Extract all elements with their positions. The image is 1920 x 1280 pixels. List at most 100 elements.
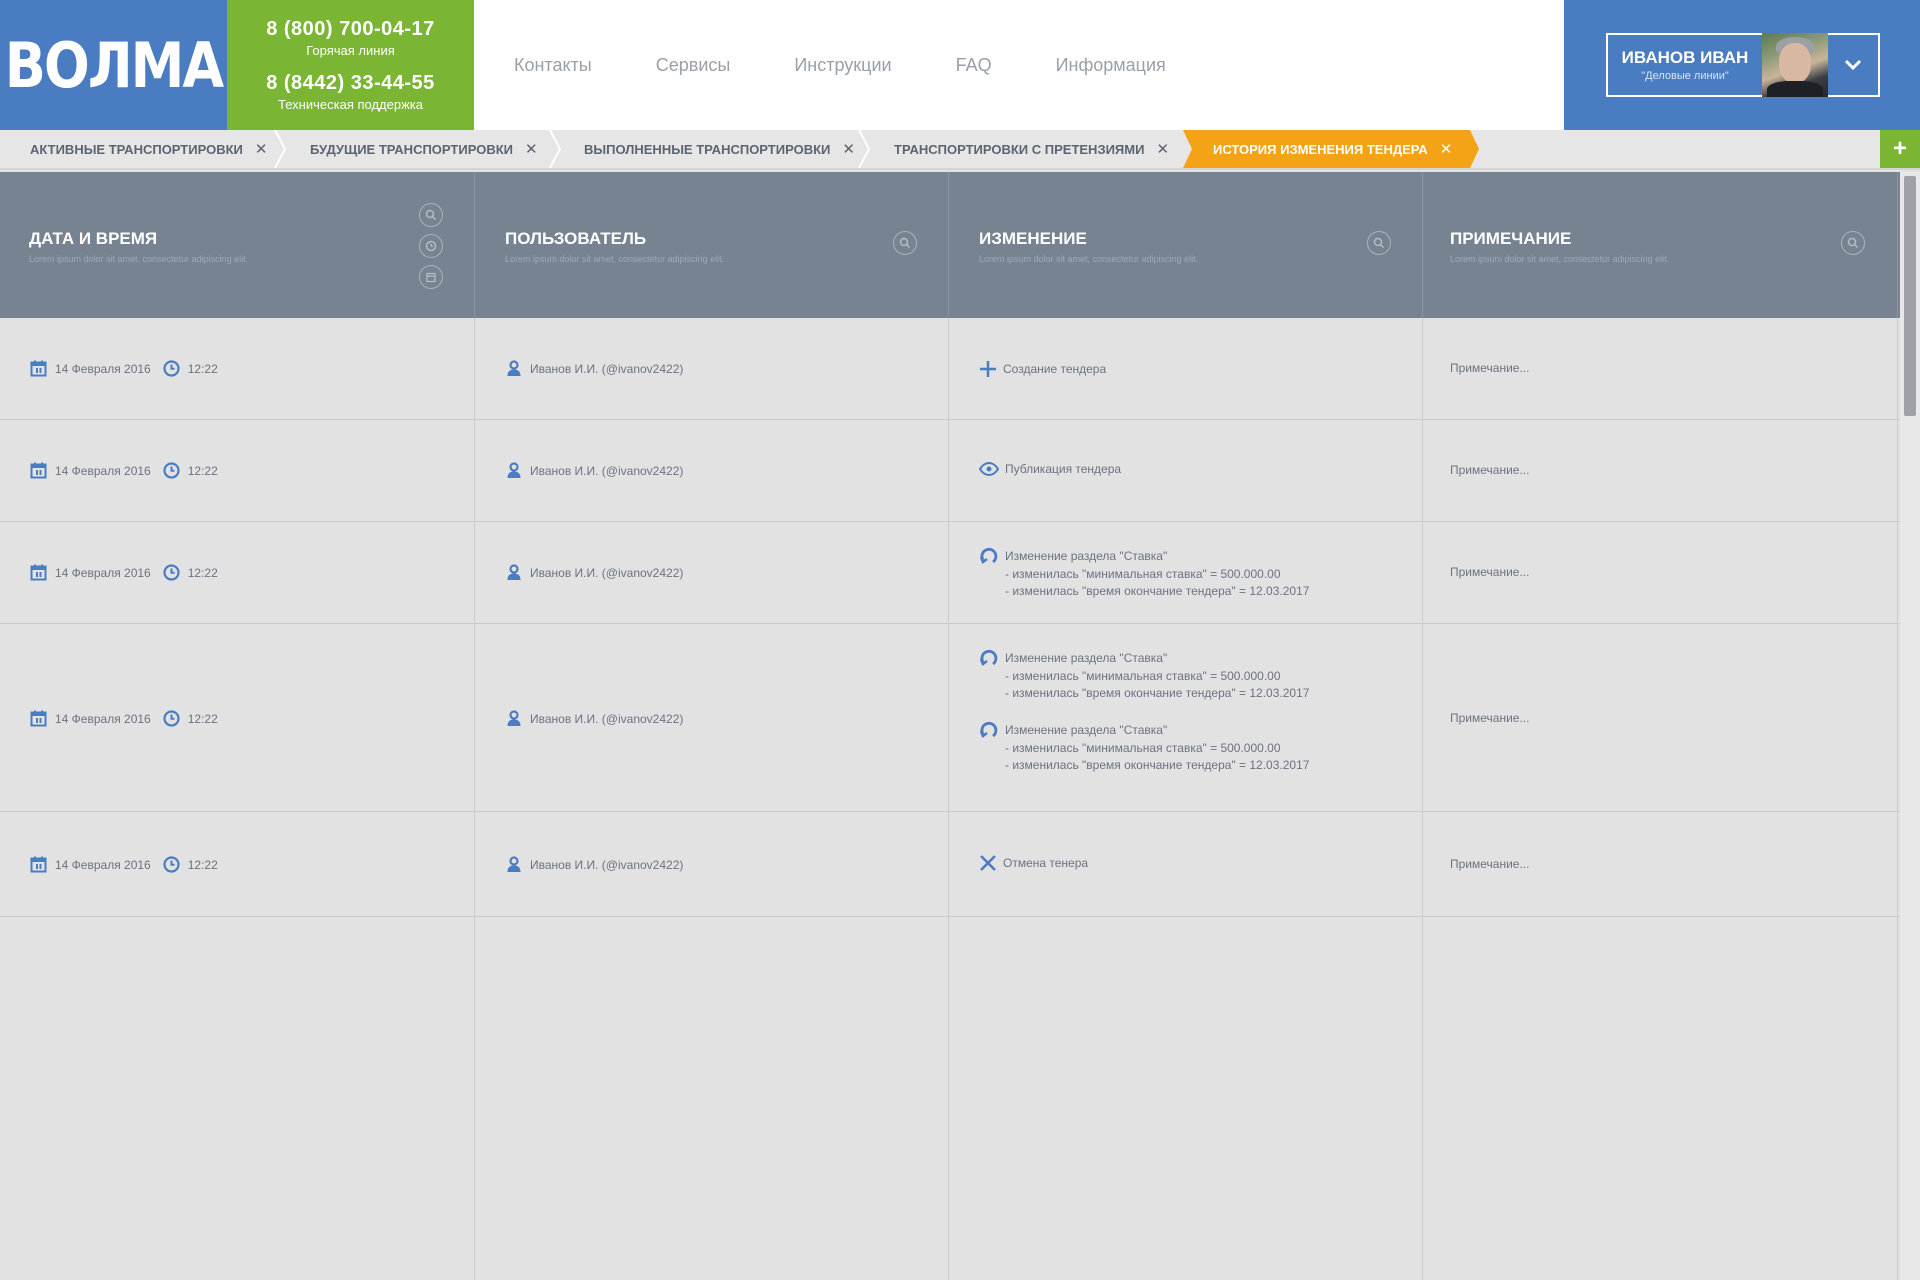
search-button[interactable] [419,203,443,227]
user-text: Иванов И.И. (@ivanov2422) [530,711,684,726]
time-filter-button[interactable] [419,234,443,258]
user-dropdown-button[interactable] [1828,33,1878,97]
date-text: 14 Февраля 2016 [55,565,151,580]
user-text: Иванов И.И. (@ivanov2422) [530,463,684,478]
column-title: ДАТА И ВРЕМЯ [29,229,158,248]
user-menu[interactable]: ИВАНОВ ИВАН "Деловые линии" [1606,33,1880,97]
tab-bar: АКТИВНЫЕ ТРАНСПОРТИРОВКИ ✕ БУДУЩИЕ ТРАНСП… [0,130,1920,170]
change-detail: - изменилась "минимальная ставка" = 500.… [1005,567,1281,581]
column-header-datetime: ДАТА И ВРЕМЯ Lorem ipsum dolor sit amet,… [0,172,475,318]
logo[interactable]: ВОЛМА [0,0,227,130]
clock-icon [425,240,437,252]
calendar-icon [30,564,47,581]
nav-info[interactable]: Информация [1056,55,1166,76]
note-cell: Примечание... [1450,857,1530,871]
nav-faq[interactable]: FAQ [956,55,992,76]
note-cell: Примечание... [1450,565,1530,579]
date-filter-button[interactable] [419,265,443,289]
tab-claims-transport[interactable]: ТРАНСПОРТИРОВКИ С ПРЕТЕНЗИЯМИ ✕ [894,130,1169,168]
search-icon [1373,237,1385,249]
change-title: Отмена тенера [1003,856,1089,870]
close-icon[interactable]: ✕ [255,140,268,158]
tab-active-transport[interactable]: АКТИВНЫЕ ТРАНСПОРТИРОВКИ ✕ [30,130,267,168]
search-button[interactable] [1841,231,1865,255]
calendar-icon [30,360,47,377]
tab-label: ТРАНСПОРТИРОВКИ С ПРЕТЕНЗИЯМИ [894,141,1145,157]
note-cell: Примечание... [1450,361,1530,375]
nav-services[interactable]: Сервисы [656,55,731,76]
time-text: 12:22 [187,463,218,478]
user-icon [506,360,522,377]
user-cell[interactable]: Иванов И.И. (@ivanov2422) [506,710,683,727]
vertical-scrollbar[interactable] [1900,172,1920,1280]
tab-tender-history[interactable]: ИСТОРИЯ ИЗМЕНЕНИЯ ТЕНДЕРА ✕ [1183,130,1480,168]
note-cell: Примечание... [1450,711,1530,725]
column-header-user: ПОЛЬЗОВАТЕЛЬ Lorem ipsum dolor sit amet,… [475,172,949,318]
close-icon[interactable]: ✕ [525,140,538,158]
tab-label: ВЫПОЛНЕННЫЕ ТРАНСПОРТИРОВКИ [584,141,831,157]
user-cell[interactable]: Иванов И.И. (@ivanov2422) [506,856,683,873]
table-row[interactable]: 14 Февраля 2016 12:22 Иванов И.И. (@ivan… [0,522,1900,624]
user-company: "Деловые линии" [1641,70,1729,82]
support-label: Техническая поддержка [278,97,423,112]
scrollbar-thumb[interactable] [1904,176,1916,416]
change-cell: Изменение раздела "Ставка" - изменилась … [979,546,1309,600]
close-icon[interactable]: ✕ [1156,140,1169,158]
table-row[interactable]: 14 Февраля 2016 12:22 Иванов И.И. (@ivan… [0,420,1900,522]
hotline-phone[interactable]: 8 (800) 700-04-17 [227,18,474,41]
calendar-icon [30,710,47,727]
user-cell[interactable]: Иванов И.И. (@ivanov2422) [506,462,683,479]
tab-label: БУДУЩИЕ ТРАНСПОРТИРОВКИ [310,141,513,157]
user-icon [506,856,522,873]
refresh-icon [979,649,998,666]
table-row[interactable]: 14 Февраля 2016 12:22 Иванов И.И. (@ivan… [0,318,1900,420]
user-text: Иванов И.И. (@ivanov2422) [530,361,684,376]
user-cell[interactable]: Иванов И.И. (@ivanov2422) [506,564,683,581]
support-phone[interactable]: 8 (8442) 33-44-55 [227,72,474,95]
column-subtitle: Lorem ipsum dolor sit amet, consectetur … [979,254,1199,264]
datetime-cell: 14 Февраля 2016 12:22 [30,462,218,479]
calendar-icon [426,272,436,283]
search-button[interactable] [1367,231,1391,255]
column-subtitle: Lorem ipsum dolor sit amet, consectetur … [505,254,725,264]
table-row[interactable]: 14 Февраля 2016 12:22 Иванов И.И. (@ivan… [0,812,1900,917]
user-cell[interactable]: Иванов И.И. (@ivanov2422) [506,360,683,377]
nav-instructions[interactable]: Инструкции [794,55,891,76]
main-nav: Контакты Сервисы Инструкции FAQ Информац… [474,0,1230,130]
time-text: 12:22 [187,565,218,580]
change-title: Изменение раздела "Ставка" [1005,723,1168,737]
tab-completed-transport[interactable]: ВЫПОЛНЕННЫЕ ТРАНСПОРТИРОВКИ ✕ [584,130,855,168]
time-text: 12:22 [187,361,218,376]
change-cell: Отмена тенера [979,854,1088,872]
avatar[interactable] [1762,33,1828,97]
user-icon [506,564,522,581]
search-button[interactable] [893,231,917,255]
tab-separator [274,130,287,168]
date-text: 14 Февраля 2016 [55,711,151,726]
clock-icon [163,564,180,581]
table-row[interactable]: 14 Февраля 2016 12:22 Иванов И.И. (@ivan… [0,624,1900,812]
tab-separator [858,130,871,168]
nav-contacts[interactable]: Контакты [514,55,592,76]
close-icon[interactable]: ✕ [1440,140,1453,158]
column-header-note: ПРИМЕЧАНИЕ Lorem ipsum dolor sit amet, c… [1423,172,1898,318]
tab-future-transport[interactable]: БУДУЩИЕ ТРАНСПОРТИРОВКИ ✕ [310,130,538,168]
date-text: 14 Февраля 2016 [55,463,151,478]
date-text: 14 Февраля 2016 [55,361,151,376]
column-title: ПОЛЬЗОВАТЕЛЬ [505,229,647,248]
note-cell: Примечание... [1450,463,1530,477]
datetime-cell: 14 Февраля 2016 12:22 [30,564,218,581]
change-detail: - изменилась "время окончание тендера" =… [1005,686,1310,700]
datetime-cell: 14 Февраля 2016 12:22 [30,856,218,873]
add-tab-button[interactable]: + [1880,130,1920,168]
logo-text: ВОЛМА [4,28,224,102]
clock-icon [163,360,180,377]
tab-label: АКТИВНЫЕ ТРАНСПОРТИРОВКИ [30,141,243,157]
change-title: Публикация тендера [1005,462,1122,476]
close-icon[interactable]: ✕ [842,140,855,158]
datetime-cell: 14 Февраля 2016 12:22 [30,360,218,377]
table-header: ДАТА И ВРЕМЯ Lorem ipsum dolor sit amet,… [0,172,1900,318]
calendar-icon [30,856,47,873]
column-title: ПРИМЕЧАНИЕ [1450,229,1572,248]
column-title: ИЗМЕНЕНИЕ [979,229,1087,248]
